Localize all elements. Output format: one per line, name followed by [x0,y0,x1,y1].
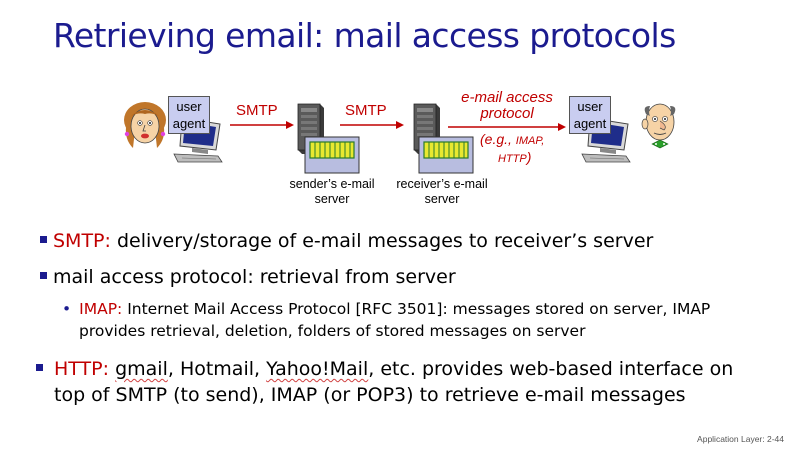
sub-bullet-imap-line2: provides retrieval, deletion, folders of… [79,322,586,340]
slide-title: Retrieving email: mail access protocols [53,16,676,55]
access-protocol-label: e-mail access protocol [448,90,566,122]
arrow-right-icon [230,121,294,129]
eg-imap: IMAP, [515,135,545,147]
bullet-http-line2: top of SMTP (to send), IMAP (or POP3) to… [54,384,686,406]
mailbox-icon [304,136,360,174]
left-user-agent-box: user agent [168,96,210,134]
bullet-square [40,236,47,243]
bullet-http: HTTP: gmail, Hotmail, Yahoo!Mail, etc. p… [36,356,733,408]
eg-suffix: ) [526,149,532,165]
bullet-smtp-text: delivery/storage of e-mail messages to r… [110,230,654,252]
bullet-smtp-term: SMTP: [53,230,111,252]
bullet-http-gmail: gmail [115,358,168,380]
bullet-square [36,364,43,371]
sub-bullet-imap-term: IMAP: [79,300,123,318]
eg-prefix: (e.g., [480,131,516,147]
receiver-server-label: receiver’s e-mail server [384,177,500,207]
bullet-dot: • [62,300,72,318]
sub-bullet-imap-line1: • IMAP: Internet Mail Access Protocol [RF… [62,298,710,320]
eg-line1: (e.g., IMAP, [480,131,544,149]
woman-face-icon [124,102,166,148]
mailbox-icon [418,136,474,174]
sender-server-label: sender’s e-mail server [276,177,388,207]
man-face-icon [641,103,676,149]
bullet-http-term: HTTP: [54,358,110,380]
smtp-label-2: SMTP [345,102,387,119]
bullet-http-mid2: , etc. provides web-based interface on [368,358,734,380]
bullet-mail-access: mail access protocol: retrieval from ser… [40,264,456,290]
right-user-agent-box: user agent [569,96,611,134]
access-protocol-line1: e-mail access [461,89,553,106]
eg-protocol-label: (e.g., IMAP, HTTP) [480,131,544,167]
arrow-right-icon [340,121,404,129]
receiver-server-label-line1: receiver’s e-mail [396,177,488,191]
bullet-mail-access-text: mail access protocol: retrieval from ser… [53,266,456,288]
sender-server-label-line2: server [314,192,350,206]
bullet-http-yahoo: Yahoo!Mail [266,358,369,380]
sub-bullet-imap-text: Internet Mail Access Protocol [RFC 3501]… [122,300,711,318]
eg-http: HTTP [498,153,527,165]
sub-bullet-imap: • IMAP: Internet Mail Access Protocol [RF… [62,298,710,342]
bullet-square [40,272,47,279]
bullet-http-line1: HTTP: gmail, Hotmail, Yahoo!Mail, etc. p… [36,356,733,382]
receiver-server-label-line2: server [424,192,460,206]
smtp-label-1: SMTP [236,102,278,119]
bullet-http-mid1: , Hotmail, [167,358,267,380]
bullet-smtp: SMTP: delivery/storage of e-mail message… [40,228,653,254]
eg-line2: HTTP) [480,149,544,167]
sender-server-label-line1: sender’s e-mail [289,177,375,191]
slide-footer: Application Layer: 2-44 [697,434,784,444]
